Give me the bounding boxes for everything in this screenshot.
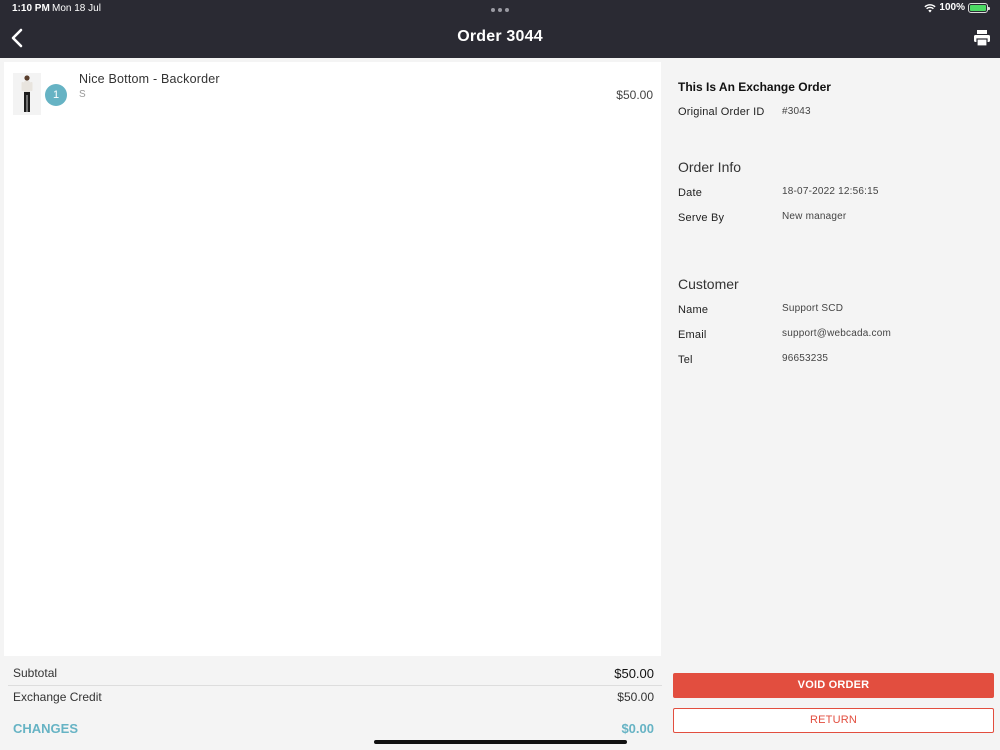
item-price: $50.00: [616, 88, 653, 102]
date-value: 18-07-2022 12:56:15: [782, 186, 879, 197]
serve-by-label: Serve By: [678, 212, 725, 224]
battery-charging-icon: [968, 2, 990, 13]
page-title: Order 3044: [457, 28, 543, 45]
item-name: Nice Bottom - Backorder: [79, 72, 220, 86]
wifi-icon: [924, 3, 937, 12]
product-thumbnail: [13, 73, 41, 115]
customer-name-value: Support SCD: [782, 303, 844, 314]
customer-name-label: Name: [678, 304, 709, 316]
subtotal-value: $50.00: [614, 666, 654, 681]
date-label: Date: [678, 187, 703, 199]
multitasking-dots-icon[interactable]: [491, 8, 509, 12]
original-order-value: #3043: [782, 106, 811, 117]
original-order-label: Original Order ID: [678, 106, 765, 118]
subtotal-row: Subtotal $50.00: [13, 666, 654, 681]
quantity-badge: 1: [45, 84, 67, 106]
customer-tel-label: Tel: [678, 354, 693, 366]
changes-label: CHANGES: [13, 721, 79, 736]
customer-tel-value: 96653235: [782, 353, 829, 364]
customer-email-value: support@webcada.com: [782, 328, 892, 339]
status-right: 100%: [924, 2, 990, 13]
changes-row: CHANGES $0.00: [13, 721, 654, 736]
battery-percent: 100%: [939, 2, 965, 13]
return-button[interactable]: RETURN: [673, 708, 994, 733]
status-time: 1:10 PM: [12, 3, 50, 14]
exchange-credit-value: $50.00: [617, 690, 654, 704]
status-date: Mon 18 Jul: [52, 3, 101, 14]
order-totals: Subtotal $50.00 Exchange Credit $50.00 C…: [0, 660, 662, 750]
subtotal-label: Subtotal: [13, 666, 58, 680]
exchange-order-heading: This Is An Exchange Order: [678, 80, 831, 94]
customer-heading: Customer: [678, 276, 739, 292]
divider: [8, 685, 662, 686]
customer-email-label: Email: [678, 329, 707, 341]
changes-value: $0.00: [621, 721, 654, 736]
serve-by-value: New manager: [782, 211, 847, 222]
top-bar: 1:10 PM Mon 18 Jul 100% Order 3044: [0, 0, 1000, 58]
exchange-credit-row: Exchange Credit $50.00: [13, 690, 654, 704]
product-image: [21, 75, 33, 112]
order-details-panel: This Is An Exchange Order Original Order…: [662, 58, 1000, 750]
printer-icon: [974, 30, 990, 47]
item-variant: S: [79, 89, 86, 100]
order-items-panel: 1 Nice Bottom - Backorder S $50.00: [4, 62, 661, 656]
home-indicator[interactable]: [374, 740, 627, 744]
list-item[interactable]: 1 Nice Bottom - Backorder S $50.00: [4, 62, 661, 122]
void-order-button[interactable]: VOID ORDER: [673, 673, 994, 698]
order-info-heading: Order Info: [678, 159, 742, 175]
exchange-credit-label: Exchange Credit: [13, 690, 102, 704]
print-button[interactable]: [972, 28, 992, 48]
